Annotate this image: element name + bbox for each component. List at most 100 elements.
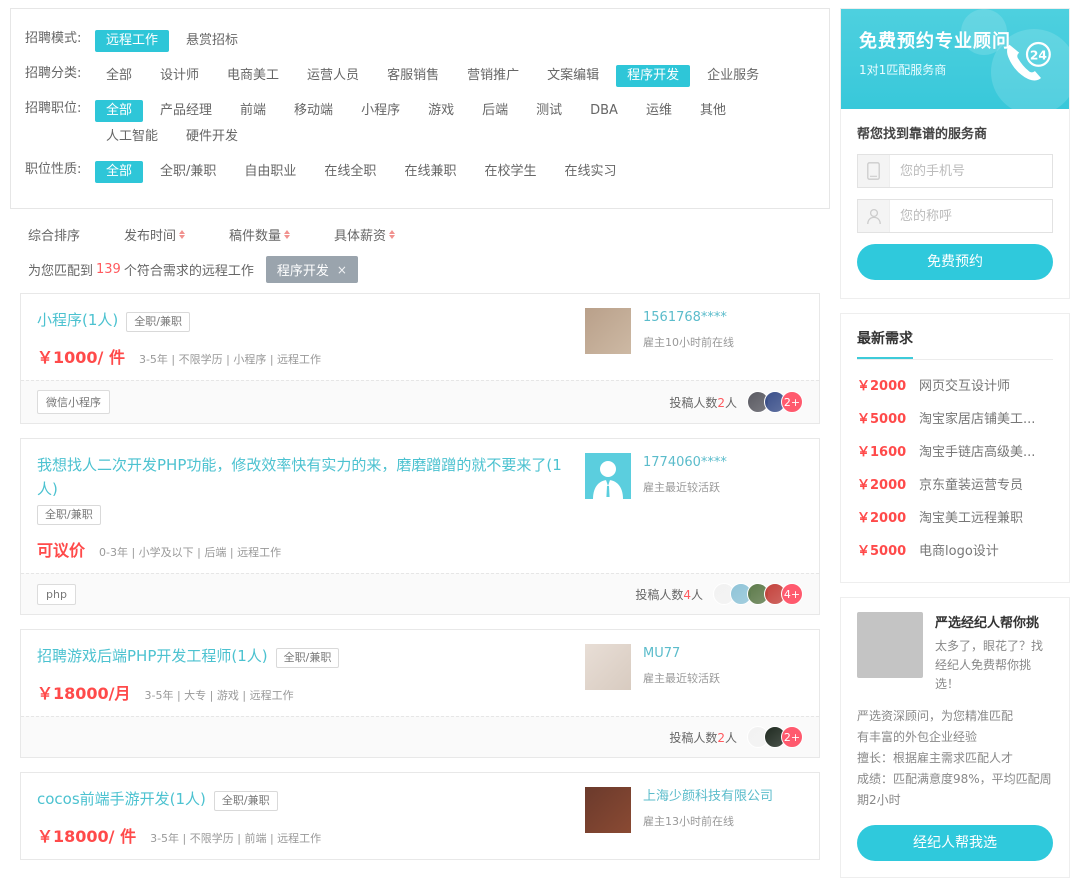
applicant-more-badge[interactable]: 2+ [781,726,803,748]
job-title-line: 招聘游戏后端PHP开发工程师(1人) 全职/兼职 [37,644,571,668]
latest-demand-row[interactable]: ￥1600淘宝手链店高级美... [857,434,1053,467]
job-price: ￥18000/ 件 [37,823,136,847]
latest-demand-row[interactable]: ￥2000淘宝美工远程兼职 [857,500,1053,533]
applicant-more-badge[interactable]: 2+ [781,391,803,413]
filter-option-position-nature-3[interactable]: 在线全职 [313,161,387,183]
latest-demand-row[interactable]: ￥2000网页交互设计师 [857,368,1053,401]
filter-option-position-nature-0[interactable]: 全部 [95,161,143,183]
applicant-avatar-stack: 4+ [713,583,803,605]
applicant-count-text: 投稿人数4人 [635,586,703,603]
filter-option-recruit-position-9[interactable]: 运维 [635,100,683,122]
filter-option-recruit-category-1[interactable]: 设计师 [149,65,210,87]
job-card-main: cocos前端手游开发(1人) 全职/兼职 ￥18000/ 件3-5年 | 不限学历… [37,787,585,847]
filter-option-recruit-category-7[interactable]: 程序开发 [616,65,690,87]
job-pay-line: 可议价0-3年 | 小学及以下 | 后端 | 远程工作 [37,537,571,561]
filter-option-position-nature-6[interactable]: 在线实习 [553,161,627,183]
filter-option-recruit-position-7[interactable]: 测试 [525,100,573,122]
latest-demand-row[interactable]: ￥5000电商logo设计 [857,533,1053,566]
filter-option-position-nature-1[interactable]: 全职/兼职 [149,161,227,183]
filter-option-recruit-position-5[interactable]: 游戏 [417,100,465,122]
applicant-avatar-stack: 2+ [747,726,803,748]
filter-row-recruit-position: 招聘职位:全部产品经理前端移动端小程序游戏后端测试 DBA 运维其他人工智能硬件开发 [25,98,815,150]
job-title[interactable]: 小程序(1人) [37,308,118,332]
agent-help-button[interactable]: 经纪人帮我选 [857,825,1053,861]
active-filter-chip[interactable]: 程序开发 × [266,256,358,283]
job-card[interactable]: 招聘游戏后端PHP开发工程师(1人)全职/兼职￥18000/月3-5年 | 大专… [20,629,820,758]
applicant-number: 2 [717,396,725,410]
filter-option-recruit-position-0[interactable]: 全部 [95,100,143,122]
filter-option-recruit-category-4[interactable]: 客服销售 [376,65,450,87]
latest-demand-price: ￥5000 [857,408,919,427]
sort-toggle-icon[interactable] [284,230,290,240]
applicant-more-badge[interactable]: 4+ [781,583,803,605]
job-card[interactable]: cocos前端手游开发(1人) 全职/兼职 ￥18000/ 件3-5年 | 不限学历… [20,772,820,860]
latest-demand-row[interactable]: ￥5000淘宝家居店铺美工... [857,401,1053,434]
filter-label: 招聘职位: [25,98,95,120]
default-avatar-icon [585,453,631,499]
sort-toggle-icon[interactable] [179,230,185,240]
filter-option-recruit-position-4[interactable]: 小程序 [350,100,411,122]
job-nature-tag: 全职/兼职 [276,648,340,668]
filter-option-recruit-position-1[interactable]: 产品经理 [149,100,223,122]
filter-option-recruit-position-12[interactable]: 硬件开发 [175,126,249,148]
applicant-box: 投稿人数2人2+ [669,391,803,413]
latest-demand-card: 最新需求 ￥2000网页交互设计师￥5000淘宝家居店铺美工...￥1600淘宝… [840,313,1070,583]
close-icon[interactable]: × [337,263,347,277]
filter-option-recruit-mode-0[interactable]: 远程工作 [95,30,169,52]
employer-status: 雇主最近较活跃 [643,670,720,686]
filter-option-recruit-position-2[interactable]: 前端 [229,100,277,122]
employer-avatar[interactable] [585,787,631,833]
job-title[interactable]: 我想找人二次开发PHP功能，修改效率快有实力的来，磨磨蹭蹭的就不要来了(1人) [37,453,563,501]
job-nature-tag: 全职/兼职 [214,791,278,811]
agent-promo-body: 严选经纪人帮你挑 太多了，眼花了？找经纪人免费帮你挑选！ 严选资深顾问，为您精准… [841,598,1069,877]
skill-tag[interactable]: php [37,584,76,605]
employer-name[interactable]: 1774060**** [643,454,727,472]
filter-option-position-nature-2[interactable]: 自由职业 [233,161,307,183]
phone-input[interactable] [890,155,1080,187]
job-meta: 3-5年 | 不限学历 | 小程序 | 远程工作 [139,351,321,367]
filter-option-recruit-position-6[interactable]: 后端 [471,100,519,122]
employer-avatar[interactable] [585,644,631,690]
sort-toggle-icon[interactable] [389,230,395,240]
agent-promo-card: 严选经纪人帮你挑 太多了，眼花了？找经纪人免费帮你挑选！ 严选资深顾问，为您精准… [840,597,1070,878]
employer-name[interactable]: 上海少颜科技有限公司 [643,788,773,806]
employer-status: 雇主10小时前在线 [643,334,734,350]
latest-demand-row[interactable]: ￥2000京东童装运营专员 [857,467,1053,500]
sort-item-2[interactable]: 稿件数量 [229,225,290,244]
filter-option-recruit-position-10[interactable]: 其他 [689,100,737,122]
applicant-prefix: 投稿人数 [669,731,717,745]
filter-option-recruit-category-2[interactable]: 电商美工 [216,65,290,87]
skill-tag[interactable]: 微信小程序 [37,390,110,414]
employer-info: 上海少颜科技有限公司雇主13小时前在线 [643,787,773,829]
filter-option-recruit-category-3[interactable]: 运营人员 [296,65,370,87]
sort-item-label: 综合排序 [28,225,80,244]
filter-option-position-nature-5[interactable]: 在校学生 [473,161,547,183]
job-card[interactable]: 小程序(1人)全职/兼职￥1000/ 件3-5年 | 不限学历 | 小程序 | … [20,293,820,424]
filter-option-recruit-category-6[interactable]: 文案编辑 [536,65,610,87]
job-card[interactable]: 我想找人二次开发PHP功能，修改效率快有实力的来，磨磨蹭蹭的就不要来了(1人)全… [20,438,820,615]
filter-option-recruit-position-3[interactable]: 移动端 [283,100,344,122]
employer-avatar[interactable] [585,453,631,499]
job-title[interactable]: cocos前端手游开发(1人) [37,787,206,811]
employer-avatar[interactable] [585,308,631,354]
job-card-body: cocos前端手游开发(1人) 全职/兼职 ￥18000/ 件3-5年 | 不限学历… [21,773,819,859]
sort-item-3[interactable]: 具体薪资 [334,225,395,244]
filter-option-recruit-category-8[interactable]: 企业服务 [696,65,770,87]
nickname-input[interactable] [890,200,1080,232]
sort-item-0[interactable]: 综合排序 [28,225,80,244]
filter-option-recruit-position-8[interactable]: DBA [579,100,629,122]
job-pay-line: ￥18000/ 件3-5年 | 不限学历 | 前端 | 远程工作 [37,823,571,847]
filter-option-position-nature-4[interactable]: 在线兼职 [393,161,467,183]
filter-option-recruit-category-5[interactable]: 营销推广 [456,65,530,87]
filter-option-recruit-position-11[interactable]: 人工智能 [95,126,169,148]
free-appointment-button[interactable]: 免费预约 [857,244,1053,280]
employer-name[interactable]: 1561768**** [643,309,734,327]
job-title[interactable]: 招聘游戏后端PHP开发工程师(1人) [37,644,268,668]
filter-option-recruit-category-0[interactable]: 全部 [95,65,143,87]
latest-demand-price: ￥2000 [857,375,919,394]
latest-demand-name: 京东童装运营专员 [919,474,1023,493]
filter-option-recruit-mode-1[interactable]: 悬赏招标 [175,30,249,52]
employer-status: 雇主最近较活跃 [643,479,727,495]
employer-name[interactable]: MU77 [643,645,720,663]
sort-item-1[interactable]: 发布时间 [124,225,185,244]
